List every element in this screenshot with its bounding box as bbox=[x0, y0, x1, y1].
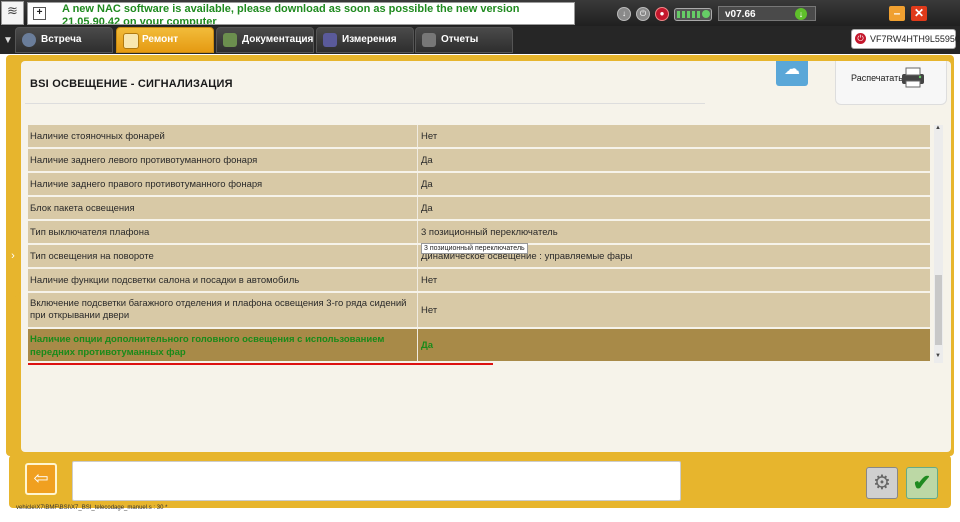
print-label: Распечатать bbox=[851, 73, 903, 83]
title-divider bbox=[25, 103, 705, 104]
down-arrow-icon[interactable]: ↓ bbox=[617, 7, 631, 21]
print-button[interactable]: Распечатать bbox=[835, 61, 947, 105]
parameter-name: Блок пакета освещения bbox=[30, 203, 135, 214]
parameter-name: Наличие функции подсветки салона и посад… bbox=[30, 275, 300, 286]
repair-icon bbox=[123, 33, 139, 49]
parameter-value: Нет bbox=[421, 131, 438, 142]
parameter-value: 3 позиционный переключатель bbox=[421, 227, 558, 238]
message-box bbox=[72, 461, 681, 501]
tab-bar: ▼ Встреча Ремонт Документация Измерения … bbox=[0, 26, 960, 54]
tab-meeting[interactable]: Встреча bbox=[15, 27, 113, 53]
tab-label: Измерения bbox=[342, 34, 397, 45]
tab-label: Отчеты bbox=[441, 34, 479, 45]
tab-repair[interactable]: Ремонт bbox=[116, 27, 214, 53]
parameter-value: Да bbox=[421, 203, 433, 214]
checkmark-icon[interactable]: ✔ bbox=[906, 467, 938, 499]
cloud-upload-icon[interactable]: ☁ bbox=[776, 61, 808, 86]
minimize-button[interactable]: – bbox=[889, 6, 905, 21]
scroll-up-icon[interactable]: ▲ bbox=[935, 125, 941, 131]
tab-documentation[interactable]: Документация bbox=[216, 27, 314, 53]
parameter-value: Нет bbox=[421, 275, 438, 286]
back-arrow-icon[interactable]: ⇦ bbox=[25, 463, 57, 495]
parameter-value: Да bbox=[421, 179, 433, 190]
side-panel-toggle[interactable]: › bbox=[6, 215, 20, 297]
download-icon[interactable]: ↓ bbox=[795, 8, 807, 20]
version-display: v07.66 ↓ bbox=[718, 6, 816, 21]
selection-underline bbox=[28, 363, 493, 365]
table-row[interactable]: Блок пакета освещения Да bbox=[28, 197, 930, 221]
reports-icon bbox=[422, 33, 436, 47]
tab-label: Ремонт bbox=[142, 34, 179, 45]
status-path: vehicle\X7\BMF\BSI\X7_BSI_telecodage_man… bbox=[16, 505, 168, 511]
parameter-name: Наличие опции дополнительного головного … bbox=[30, 334, 385, 358]
vin-display[interactable]: ⏻ VF7RW4HTH9L559506 bbox=[851, 29, 960, 49]
scroll-thumb[interactable] bbox=[935, 275, 942, 345]
table-row[interactable]: Наличие функции подсветки салона и посад… bbox=[28, 269, 930, 293]
tooltip: 3 позиционный переключатель bbox=[421, 243, 528, 254]
parameter-name: Включение подсветки багажного отделения … bbox=[30, 298, 407, 321]
measurements-icon bbox=[323, 33, 337, 47]
vin-text: VF7RW4HTH9L559506 bbox=[870, 34, 960, 44]
version-label: v07.66 bbox=[725, 9, 756, 20]
top-bar: ≋ + A new NAC software is available, ple… bbox=[0, 0, 960, 26]
scroll-down-icon[interactable]: ▼ bbox=[935, 353, 941, 359]
parameter-name: Наличие заднего правого противотуманного… bbox=[30, 179, 263, 190]
notification-text: A new NAC software is available, please … bbox=[62, 3, 520, 25]
parameter-value: Да bbox=[421, 340, 434, 351]
table-row[interactable]: Тип выключателя плафона 3 позиционный пе… bbox=[28, 221, 930, 245]
content-panel: BSI ОСВЕЩЕНИЕ - СИГНАЛИЗАЦИЯ ☁ Распечата… bbox=[21, 61, 951, 452]
chevron-down-icon[interactable]: ▼ bbox=[3, 35, 13, 46]
content-frame: › BSI ОСВЕЩЕНИЕ - СИГНАЛИЗАЦИЯ ☁ Распеча… bbox=[6, 55, 954, 456]
parameter-value: Нет bbox=[421, 305, 438, 316]
tab-reports[interactable]: Отчеты bbox=[415, 27, 513, 53]
table-row[interactable]: Включение подсветки багажного отделения … bbox=[28, 293, 930, 329]
tab-label: Документация bbox=[242, 34, 314, 45]
parameter-value: Да bbox=[421, 155, 433, 166]
parameter-name: Тип освещения на повороте bbox=[30, 251, 154, 262]
battery-indicator bbox=[674, 8, 712, 21]
parameter-name: Наличие заднего левого противотуманного … bbox=[30, 155, 258, 166]
table-row[interactable]: Наличие заднего левого противотуманного … bbox=[28, 149, 930, 173]
notification-banner: + A new NAC software is available, pleas… bbox=[27, 2, 575, 25]
power-icon[interactable]: ⏻ bbox=[636, 7, 650, 21]
tab-measurements[interactable]: Измерения bbox=[316, 27, 414, 53]
add-icon[interactable]: + bbox=[33, 7, 46, 20]
bottom-bar: ⇦ ⚙ ✔ bbox=[9, 455, 951, 508]
vertical-scrollbar[interactable]: ▲ ▼ bbox=[934, 125, 943, 363]
printer-icon bbox=[902, 67, 924, 88]
vehicle-icon: ⏻ bbox=[855, 33, 866, 44]
main-area: › BSI ОСВЕЩЕНИЕ - СИГНАЛИЗАЦИЯ ☁ Распеча… bbox=[0, 54, 960, 522]
parameter-name: Тип выключателя плафона bbox=[30, 227, 150, 238]
record-icon[interactable]: ● bbox=[655, 7, 669, 21]
tab-label: Встреча bbox=[41, 34, 82, 45]
table-row-selected[interactable]: Наличие опции дополнительного головного … bbox=[28, 329, 930, 363]
table-row[interactable]: Наличие заднего правого противотуманного… bbox=[28, 173, 930, 197]
page-title: BSI ОСВЕЩЕНИЕ - СИГНАЛИЗАЦИЯ bbox=[30, 78, 233, 90]
close-button[interactable]: ✕ bbox=[911, 6, 927, 21]
meeting-icon bbox=[22, 33, 36, 47]
table-row[interactable]: Наличие стояночных фонарей Нет bbox=[28, 125, 930, 149]
parameter-name: Наличие стояночных фонарей bbox=[30, 131, 165, 142]
documentation-icon bbox=[223, 33, 237, 47]
citroen-logo-icon: ≋ bbox=[1, 1, 24, 25]
gear-icon[interactable]: ⚙ bbox=[866, 467, 898, 499]
